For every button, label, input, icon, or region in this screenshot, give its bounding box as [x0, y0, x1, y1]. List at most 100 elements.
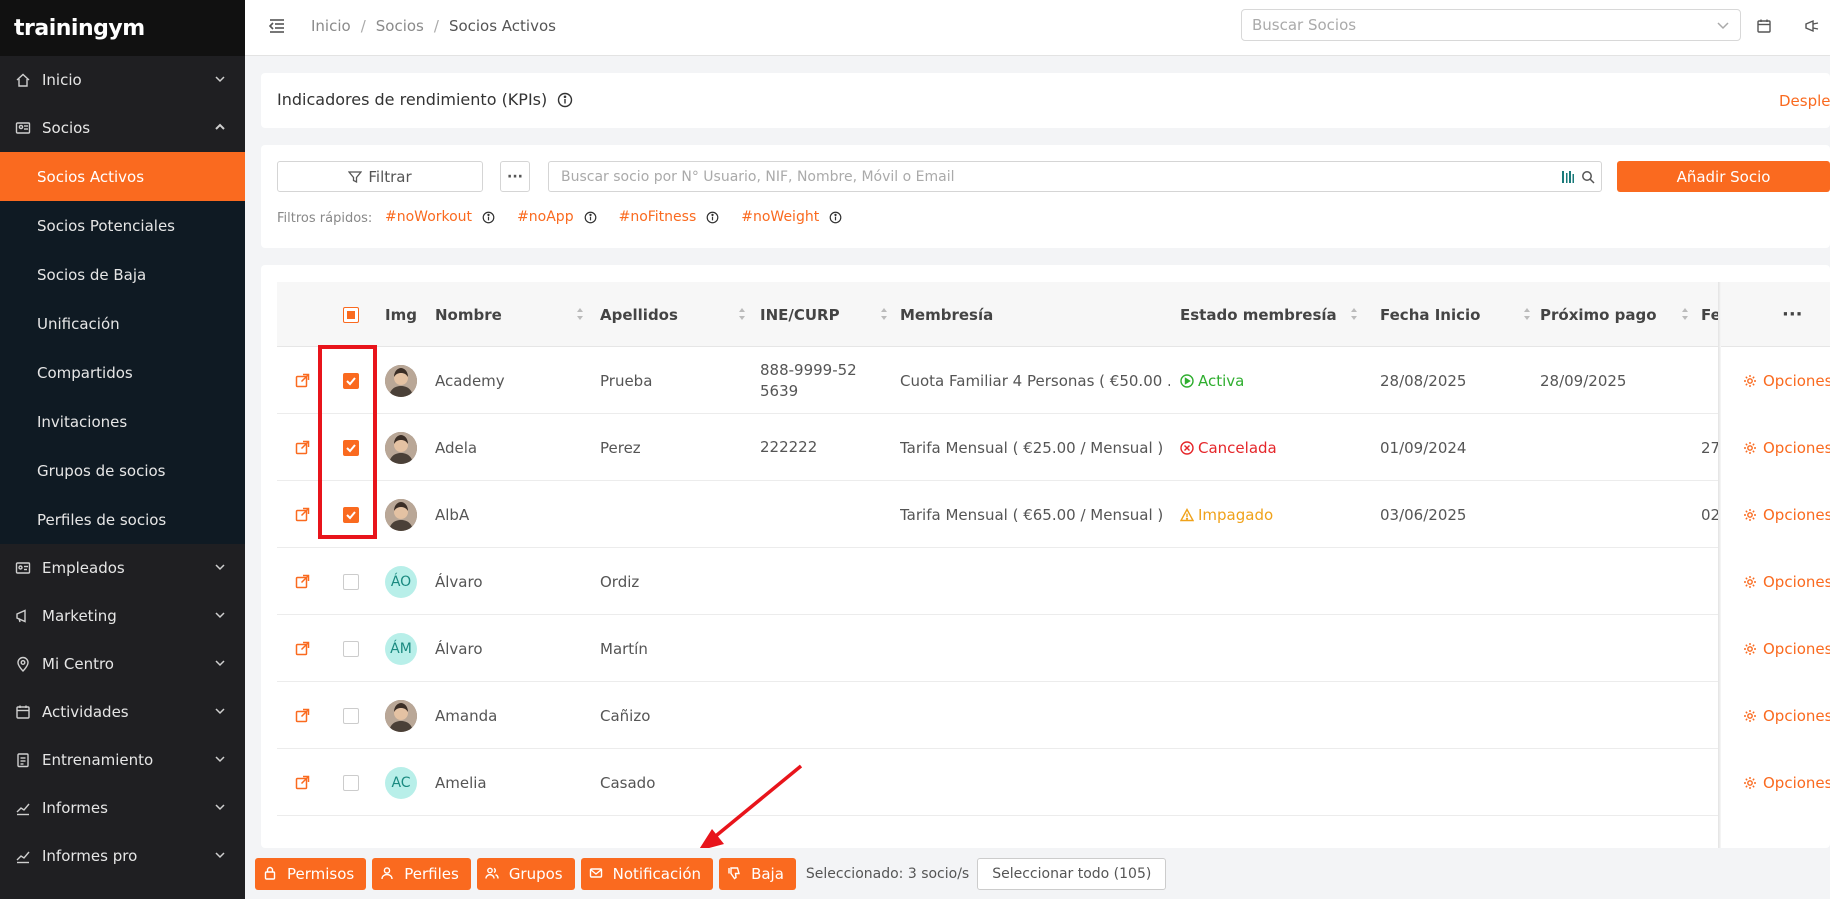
sidebar-item-mi-centro[interactable]: Mi Centro: [0, 640, 245, 688]
top-search-select[interactable]: Buscar Socios: [1241, 9, 1741, 41]
row-checkbox[interactable]: [343, 707, 359, 724]
table-row[interactable]: Adela Perez 222222 Tarifa Mensual ( €25.00 …: [277, 414, 1830, 481]
row-options[interactable]: Opciones: [1721, 749, 1830, 816]
sort-icon[interactable]: [1681, 307, 1689, 321]
header-proximo-pago[interactable]: Próximo pago: [1540, 282, 1695, 347]
row-checkbox[interactable]: [343, 774, 359, 791]
cell-estado: Activa: [1180, 347, 1244, 414]
options-label: Opciones: [1763, 505, 1830, 524]
sort-icon[interactable]: [576, 307, 584, 321]
member-search-input[interactable]: Buscar socio por N° Usuario, NIF, Nombre…: [548, 161, 1602, 192]
sidebar-subitem-0[interactable]: Socios Activos: [0, 152, 245, 201]
table-row[interactable]: Amanda Cañizo Opciones: [277, 682, 1830, 749]
info-icon[interactable]: [706, 211, 719, 224]
table-row[interactable]: AlbA Tarifa Mensual ( €65.00 / Mensual ) I…: [277, 481, 1830, 548]
status-icon: [1180, 373, 1194, 388]
select-all-button[interactable]: Seleccionar todo (105): [977, 857, 1167, 890]
header-ine[interactable]: INE/CURP: [760, 282, 894, 347]
sort-icon[interactable]: [738, 307, 746, 321]
filter-button[interactable]: Filtrar: [277, 161, 483, 192]
search-icon[interactable]: [1581, 170, 1595, 184]
sort-icon[interactable]: [1523, 307, 1531, 321]
header-nombre[interactable]: Nombre: [435, 282, 590, 347]
sidebar-subitem-4[interactable]: Compartidos: [0, 348, 245, 397]
header-apellidos[interactable]: Apellidos: [600, 282, 752, 347]
sidebar-item-empleados[interactable]: Empleados: [0, 544, 245, 592]
select-all-checkbox[interactable]: [343, 306, 359, 323]
sidebar-item-label: Mi Centro: [42, 655, 114, 673]
header-fecha-inicio-label: Fecha Inicio: [1380, 305, 1481, 324]
header-estado[interactable]: Estado membresía: [1180, 282, 1364, 347]
breadcrumb-item-inicio[interactable]: Inicio: [311, 17, 351, 35]
sidebar-subitem-3[interactable]: Unificación: [0, 299, 245, 348]
table-row[interactable]: ÁM Álvaro Martín Opciones: [277, 615, 1830, 682]
row-options[interactable]: Opciones: [1721, 481, 1830, 548]
row-options[interactable]: Opciones: [1721, 682, 1830, 749]
sidebar-subitem-6[interactable]: Grupos de socios: [0, 446, 245, 495]
row-options[interactable]: Opciones: [1721, 347, 1830, 414]
sidebar-subitem-2[interactable]: Socios de Baja: [0, 250, 245, 299]
external-link-icon[interactable]: [295, 574, 310, 589]
header-select-all[interactable]: [343, 282, 363, 347]
sidebar-subitem-5[interactable]: Invitaciones: [0, 397, 245, 446]
add-member-button[interactable]: Añadir Socio: [1617, 161, 1830, 192]
sidebar-item-informes[interactable]: Informes: [0, 784, 245, 832]
external-link-icon[interactable]: [295, 641, 310, 656]
cell-ine: [760, 615, 860, 682]
header-more-button[interactable]: ···: [1782, 282, 1803, 347]
info-icon[interactable]: [482, 211, 495, 224]
perfiles-button[interactable]: Perfiles: [372, 857, 471, 890]
more-options-button[interactable]: ···: [500, 161, 530, 192]
app-logo[interactable]: trainingym: [0, 0, 245, 56]
sort-icon[interactable]: [880, 307, 888, 321]
notificacion-button[interactable]: Notificación: [580, 857, 714, 890]
megaphone-icon[interactable]: [1804, 18, 1820, 34]
sidebar-item-marketing[interactable]: Marketing: [0, 592, 245, 640]
quick-filter-tag[interactable]: #noApp: [517, 209, 574, 225]
external-link-icon[interactable]: [295, 708, 310, 723]
row-options[interactable]: Opciones: [1721, 414, 1830, 481]
quick-filter-tag[interactable]: #noWorkout: [385, 209, 472, 225]
external-link-icon[interactable]: [295, 373, 310, 388]
quick-filters: #noWorkout #noApp #noFitness #noWeight: [385, 209, 864, 225]
table-row[interactable]: Academy Prueba 888-9999-525639 Cuota Famili…: [277, 347, 1830, 414]
table-row[interactable]: ÁO Álvaro Ordiz Opciones: [277, 548, 1830, 615]
header-nombre-label: Nombre: [435, 305, 502, 324]
kpi-title: Indicadores de rendimiento (KPIs): [277, 90, 548, 109]
sidebar-subitem-1[interactable]: Socios Potenciales: [0, 201, 245, 250]
menu-collapse-icon[interactable]: [267, 16, 287, 36]
header-fecha-inicio[interactable]: Fecha Inicio: [1380, 282, 1537, 347]
row-options[interactable]: Opciones: [1721, 548, 1830, 615]
sidebar-item-actividades[interactable]: Actividades: [0, 688, 245, 736]
sort-icon[interactable]: [1350, 307, 1358, 321]
baja-button[interactable]: Baja: [719, 857, 796, 890]
sidebar-item-inicio[interactable]: Inicio: [0, 56, 245, 104]
row-options[interactable]: Opciones: [1721, 615, 1830, 682]
sidebar-subitem-7[interactable]: Perfiles de socios: [0, 495, 245, 544]
calendar-icon[interactable]: [1756, 18, 1772, 34]
sidebar-item-socios[interactable]: Socios: [0, 104, 245, 152]
table-row[interactable]: AC Amelia Casado Opciones: [277, 749, 1830, 816]
external-link-icon[interactable]: [295, 440, 310, 455]
row-checkbox[interactable]: [343, 640, 359, 657]
quick-filter-tag[interactable]: #noWeight: [741, 209, 819, 225]
megaphone-icon: [14, 607, 32, 625]
sidebar-item-entrenamiento[interactable]: Entrenamiento: [0, 736, 245, 784]
info-icon[interactable]: [584, 211, 597, 224]
chevron-down-icon: [213, 800, 227, 814]
external-link-icon[interactable]: [295, 775, 310, 790]
breadcrumb-item-socios[interactable]: Socios: [376, 17, 424, 35]
permisos-button[interactable]: Permisos: [255, 857, 367, 890]
avatar-initials: ÁO: [390, 573, 412, 590]
info-icon[interactable]: [557, 92, 573, 108]
quick-filter-tag[interactable]: #noFitness: [619, 209, 697, 225]
barcode-icon[interactable]: [1561, 170, 1575, 184]
grupos-button[interactable]: Grupos: [476, 857, 575, 890]
kpi-expand-link[interactable]: Despleg: [1779, 92, 1830, 110]
row-checkbox[interactable]: [343, 573, 359, 590]
external-link-icon[interactable]: [295, 507, 310, 522]
sidebar-item-informes-pro[interactable]: Informes pro: [0, 832, 245, 880]
avatar-cell: ÁM: [385, 615, 417, 682]
info-icon[interactable]: [829, 211, 842, 224]
user-icon: [380, 866, 396, 882]
